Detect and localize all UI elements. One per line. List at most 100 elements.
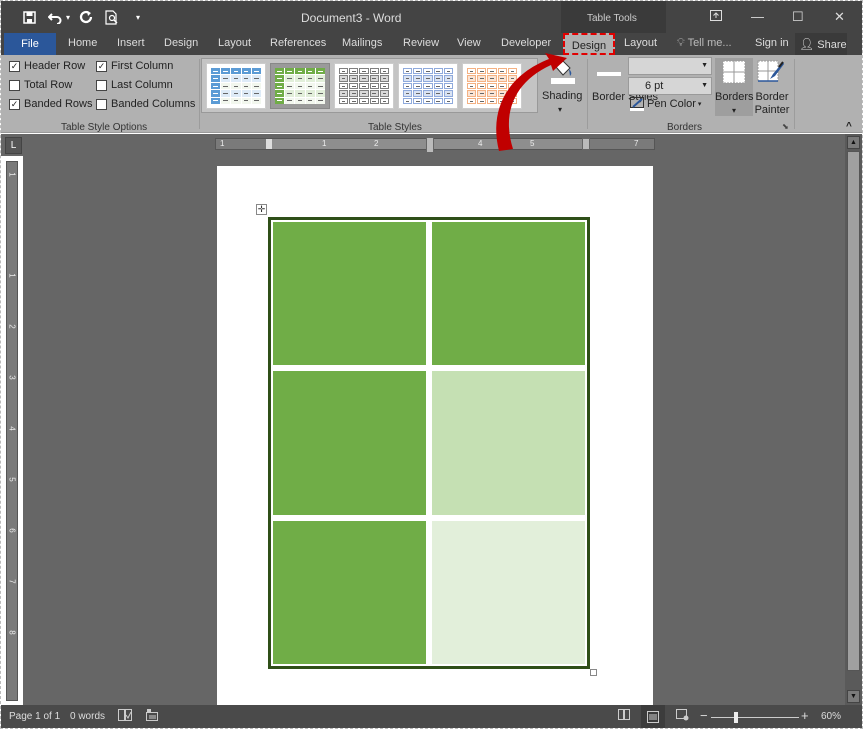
shading-button[interactable] [548,59,578,88]
thumbnail-cell [231,68,241,75]
table-cell[interactable] [431,519,586,665]
shading-label[interactable]: Shading [542,90,582,103]
tab-insert[interactable]: Insert [117,37,145,49]
vertical-ruler[interactable]: 1 1 2 3 4 5 6 7 8 [6,161,18,701]
first-column-checkbox[interactable]: ✓ First Column [96,60,173,72]
header-row-checkbox[interactable]: ✓ Header Row [9,60,85,72]
customize-qat-icon[interactable]: ▾ [133,9,143,25]
sign-in-link[interactable]: Sign in [755,37,789,49]
tab-view[interactable]: View [457,37,481,49]
column-marker[interactable] [426,137,434,153]
thumbnail-cell [231,90,241,97]
zoom-out-button[interactable]: − [700,708,708,723]
share-button[interactable]: 👤︎ Share [795,33,847,55]
line-style-dropdown[interactable]: ▼ [628,57,712,75]
redo-icon[interactable] [78,9,94,25]
tab-review[interactable]: Review [403,37,439,49]
ribbon-display-options-icon[interactable] [710,9,722,24]
thumbnail-cell [285,82,295,90]
tab-design[interactable]: Design [164,37,198,49]
web-layout-icon[interactable] [676,709,689,724]
total-row-checkbox[interactable]: Total Row [9,79,72,91]
thumbnail-cell [477,82,487,90]
zoom-slider-thumb[interactable] [734,712,738,723]
table-style-thumbnail[interactable] [334,63,394,109]
minimize-button[interactable]: — [751,9,764,24]
pen-color-button[interactable]: Pen Color ▾ [630,97,701,111]
tab-mailings[interactable]: Mailings [342,37,382,49]
table-resize-handle[interactable] [590,669,597,676]
word-count[interactable]: 0 words [70,711,105,722]
tab-selector-button[interactable]: L [5,137,22,154]
table[interactable] [268,217,590,669]
thumbnail-cell [305,97,315,104]
borders-button[interactable]: Borders ▾ [715,58,754,116]
thumbnail-cell [231,82,241,90]
borders-dialog-launcher-icon[interactable]: ⬊ [782,122,789,131]
table-cell[interactable] [431,221,586,367]
zoom-in-button[interactable]: + [801,708,809,723]
read-mode-icon[interactable] [618,709,630,723]
print-preview-icon[interactable] [104,9,120,25]
proofing-icon[interactable] [118,709,132,724]
tab-table-design[interactable]: Design [563,33,615,55]
border-styles-icon[interactable] [597,72,621,76]
collapse-ribbon-icon[interactable]: ^ [846,121,852,132]
last-column-checkbox[interactable]: Last Column [96,79,173,91]
ruler-label: 4 [7,426,17,431]
ruler-label: 1 [7,273,17,278]
thumbnail-cell [487,68,497,75]
thumbnail-cell [295,68,305,75]
table-style-thumbnail[interactable] [462,63,522,109]
undo-icon[interactable] [47,9,63,25]
scroll-down-button[interactable]: ▼ [847,690,860,703]
save-icon[interactable] [21,9,37,25]
checkbox-label: Last Column [111,79,173,91]
banded-rows-checkbox[interactable]: ✓ Banded Rows [9,98,93,110]
horizontal-ruler[interactable]: 1 1 2 4 5 6 7 [215,137,655,153]
banded-columns-checkbox[interactable]: Banded Columns [96,98,195,110]
table-cell[interactable] [431,370,586,516]
tell-me-box[interactable]: 💡︎ Tell me... [677,37,732,50]
tab-references[interactable]: References [270,37,326,49]
thumbnail-cell [443,82,453,90]
table-style-thumbnail[interactable] [398,63,458,109]
thumbnail-cell [349,97,359,104]
table-cell[interactable] [272,370,427,516]
border-painter-button[interactable] [757,60,785,87]
borders-grid-icon [722,60,746,84]
left-margin-marker[interactable] [266,139,272,149]
tab-developer[interactable]: Developer [501,37,551,49]
right-indent-marker[interactable] [582,138,590,150]
close-button[interactable]: ✕ [834,9,845,25]
macro-recording-icon[interactable] [146,709,158,724]
checkbox-label: Banded Columns [111,98,196,110]
thumbnail-cell [349,90,359,97]
line-weight-dropdown[interactable]: 6 pt ▼ [628,77,712,95]
thumbnail-cell [315,75,325,82]
scrollbar-thumb[interactable] [847,151,860,671]
page-count[interactable]: Page 1 of 1 [9,711,60,722]
word-window: ▾ ▾ Table Tools Document3 - Word — ☐ ✕ F… [0,0,863,729]
table-move-handle-icon[interactable]: ✛ [256,204,267,215]
tab-table-layout[interactable]: Layout [624,37,657,49]
maximize-button[interactable]: ☐ [792,9,804,25]
thumbnail-cell [403,90,413,97]
tab-file[interactable]: File [4,33,56,55]
table-style-thumbnail[interactable] [270,63,330,109]
border-painter-icon [757,60,784,82]
table-cell[interactable] [272,221,427,367]
undo-dropdown-icon[interactable]: ▾ [64,9,72,25]
border-painter-label[interactable]: Border Painter [753,91,791,117]
tab-layout[interactable]: Layout [218,37,251,49]
shading-dropdown-icon[interactable]: ▾ [558,103,562,116]
thumbnail-cell [315,90,325,97]
zoom-level[interactable]: 60% [821,711,841,722]
print-layout-icon[interactable] [641,705,665,728]
table-cell[interactable] [272,519,427,665]
scroll-up-button[interactable]: ▲ [847,136,860,149]
tab-home[interactable]: Home [68,37,97,49]
zoom-slider[interactable] [711,717,799,718]
table-style-thumbnail[interactable] [206,63,266,109]
vertical-scrollbar[interactable]: ▲ ▼ [845,134,862,705]
